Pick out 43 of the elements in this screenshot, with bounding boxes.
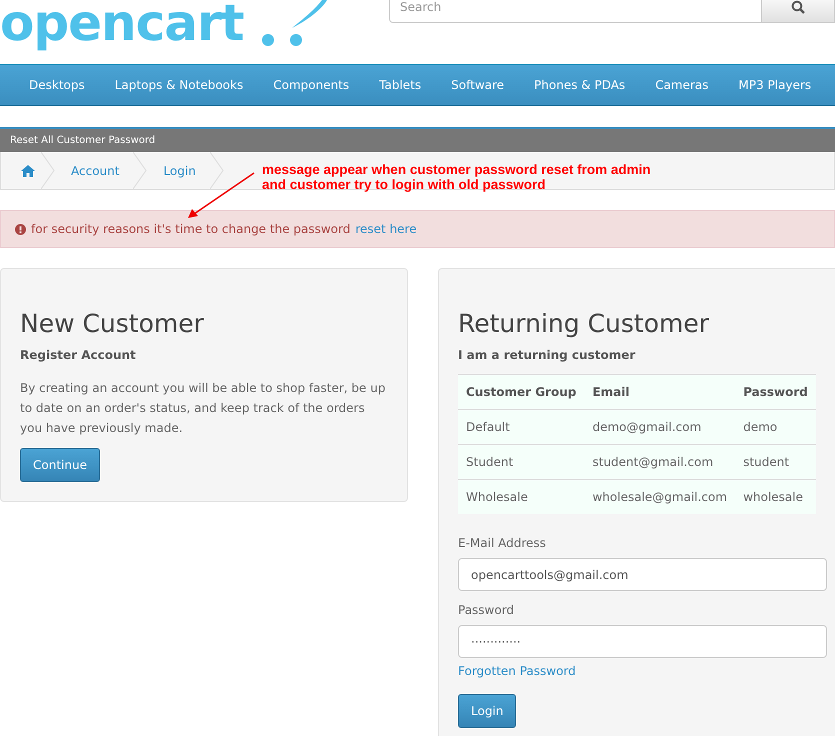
table-cell: wholesale [735, 480, 816, 514]
table-cell: student [735, 444, 816, 480]
table-cell: Wholesale [458, 480, 584, 514]
menu-item[interactable]: Phones & PDAs [519, 78, 640, 92]
menu-item[interactable]: MP3 Players [724, 78, 826, 92]
email-field[interactable]: opencarttools@gmail.com [458, 558, 827, 591]
breadcrumb-link[interactable]: Account [55, 152, 134, 189]
panel-title: New Customer [20, 309, 205, 338]
column-header: Customer Group [458, 374, 584, 410]
reset-link[interactable]: reset here [355, 222, 417, 236]
column-header: Email [584, 374, 736, 410]
table-cell: wholesale@gmail.com [584, 480, 736, 514]
field-label: E-Mail Address [458, 536, 547, 550]
notice-text: Reset All Customer Password [10, 135, 156, 146]
column-header: Password [735, 374, 816, 410]
table-cell: Default [458, 410, 584, 444]
home-icon [21, 164, 35, 176]
menu-item[interactable]: Software [436, 78, 520, 92]
panel-subtitle: I am a returning customer [458, 348, 636, 362]
search-icon [791, 0, 805, 14]
password-field[interactable]: ············· [458, 625, 827, 658]
panel-text: By creating an account you will be able to shop faster, be up to date on an order's status, and keep track of the orders you have previously made. [20, 380, 386, 437]
forgotten-password-link[interactable]: Forgotten Password [458, 664, 576, 678]
menu-item[interactable]: Tablets [364, 78, 436, 92]
panel-title: Returning Customer [458, 309, 710, 338]
field-label: Password [458, 603, 516, 617]
table-cell: Student [458, 444, 584, 480]
search-field[interactable]: Search [389, 0, 762, 23]
alert-text: for security reasons it's time to change the password [31, 222, 350, 236]
annotation-text: message appear when customer password reset from admin and customer try to login with old password [262, 162, 651, 192]
table-cell: student@gmail.com [584, 444, 736, 480]
menu-item[interactable]: Desktops [14, 78, 100, 92]
continue-button[interactable]: Continue [20, 448, 100, 482]
table-cell: demo@gmail.com [584, 410, 736, 444]
panel-subtitle: Register Account [20, 348, 137, 362]
menu-item[interactable]: Cameras [640, 78, 724, 92]
logo-text: opencart [0, 0, 244, 48]
exclamation-icon [15, 224, 26, 234]
login-button[interactable]: Login [458, 694, 516, 728]
table-cell: demo [735, 410, 816, 444]
menu-item[interactable]: Laptops & Notebooks [100, 78, 258, 92]
breadcrumb-link[interactable]: Login [147, 152, 210, 189]
menu-item[interactable]: Components [258, 78, 364, 92]
